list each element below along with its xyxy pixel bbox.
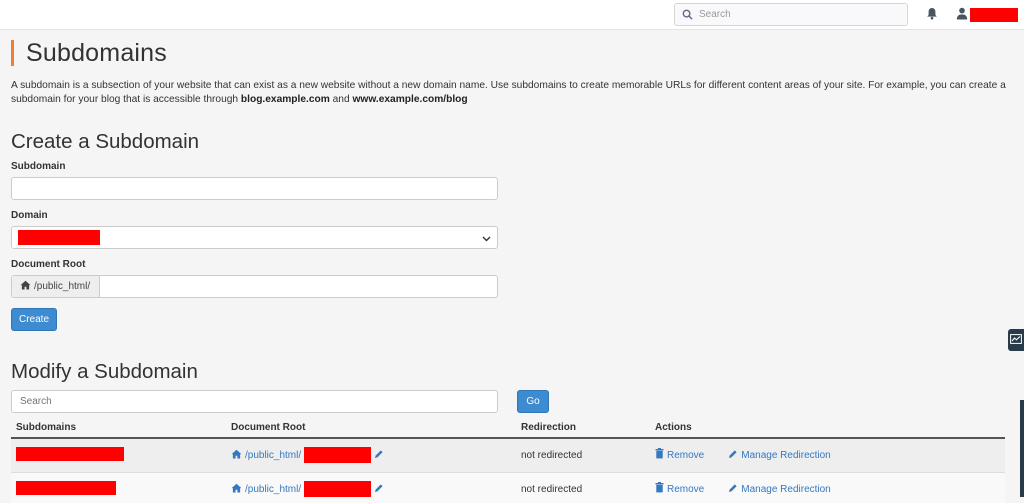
actions-cell: Remove Manage Redirection — [650, 472, 1005, 503]
col-subdomains[interactable]: Subdomains — [11, 417, 226, 439]
pencil-icon[interactable] — [728, 449, 738, 462]
description-text: A subdomain is a subsection of your webs… — [11, 80, 1006, 105]
docroot-cell: /public_html/ — [226, 472, 516, 503]
subdomain-redaction[interactable] — [16, 480, 116, 495]
docroot-input[interactable] — [101, 276, 586, 297]
home-icon — [20, 280, 31, 293]
trash-icon[interactable] — [655, 482, 664, 496]
subdomain-input[interactable] — [12, 178, 497, 199]
user-icon[interactable] — [956, 7, 968, 25]
subdomain-cell — [11, 438, 226, 473]
side-stats-widget[interactable] — [1008, 329, 1024, 351]
docroot-field[interactable]: /public_html/ — [11, 275, 586, 298]
description-and: and — [329, 94, 353, 105]
description-example-2: www.example.com/blog — [352, 94, 468, 105]
table-header-row: Subdomains Document Root Redirection Act… — [11, 417, 1005, 439]
search-icon — [675, 9, 699, 20]
redirection-cell: not redirected — [516, 472, 650, 503]
actions-cell: Remove Manage Redirection — [650, 438, 1005, 473]
home-icon[interactable] — [231, 449, 242, 462]
subdomain-cell — [11, 472, 226, 503]
chevron-down-icon — [482, 229, 491, 247]
table-row: /public_html/ not redirected Remove Mana… — [11, 472, 1005, 503]
page-title-block: Subdomains — [11, 40, 167, 66]
docroot-prefix: /public_html/ — [34, 281, 91, 292]
modify-heading: Modify a Subdomain — [11, 360, 198, 383]
domain-redaction — [18, 230, 100, 245]
top-search-input[interactable] — [699, 9, 899, 20]
modify-search-input[interactable] — [12, 391, 497, 412]
username-redaction[interactable] — [970, 8, 1018, 22]
bell-icon[interactable] — [926, 7, 938, 25]
go-button[interactable]: Go — [517, 390, 549, 413]
side-panel-edge[interactable] — [1020, 400, 1024, 497]
subdomain-label: Subdomain — [11, 161, 66, 172]
chart-icon — [1010, 331, 1022, 349]
domain-select[interactable] — [11, 226, 498, 249]
docroot-link[interactable]: /public_html/ — [245, 484, 301, 495]
remove-link[interactable]: Remove — [667, 450, 704, 461]
manage-redirection-link[interactable]: Manage Redirection — [741, 484, 831, 495]
home-icon[interactable] — [231, 483, 242, 496]
pencil-icon[interactable] — [728, 483, 738, 496]
modify-search-field[interactable] — [11, 390, 498, 413]
docroot-addon: /public_html/ — [12, 276, 100, 297]
create-button[interactable]: Create — [11, 308, 57, 331]
page-title: Subdomains — [26, 39, 167, 67]
subdomains-table: Subdomains Document Root Redirection Act… — [11, 417, 1005, 503]
top-search-box[interactable] — [674, 3, 908, 26]
manage-redirection-link[interactable]: Manage Redirection — [741, 450, 831, 461]
table-row: /public_html/ not redirected Remove Mana… — [11, 438, 1005, 473]
docroot-redaction[interactable] — [304, 481, 372, 498]
docroot-label: Document Root — [11, 259, 86, 270]
subdomain-redaction[interactable] — [16, 446, 124, 461]
pencil-icon[interactable] — [374, 483, 384, 496]
pencil-icon[interactable] — [374, 449, 384, 462]
create-heading: Create a Subdomain — [11, 130, 200, 153]
page-description: A subdomain is a subsection of your webs… — [11, 79, 1011, 107]
redirection-cell: not redirected — [516, 438, 650, 473]
description-example-1: blog.example.com — [240, 94, 330, 105]
top-bar — [0, 0, 1024, 30]
trash-icon[interactable] — [655, 448, 664, 462]
docroot-cell: /public_html/ — [226, 438, 516, 473]
domain-label: Domain — [11, 210, 48, 221]
col-document-root[interactable]: Document Root — [226, 417, 516, 439]
docroot-link[interactable]: /public_html/ — [245, 450, 301, 461]
remove-link[interactable]: Remove — [667, 484, 704, 495]
subdomain-field[interactable] — [11, 177, 498, 200]
col-redirection[interactable]: Redirection — [516, 417, 650, 439]
docroot-redaction[interactable] — [304, 447, 372, 464]
col-actions: Actions — [650, 417, 1005, 439]
